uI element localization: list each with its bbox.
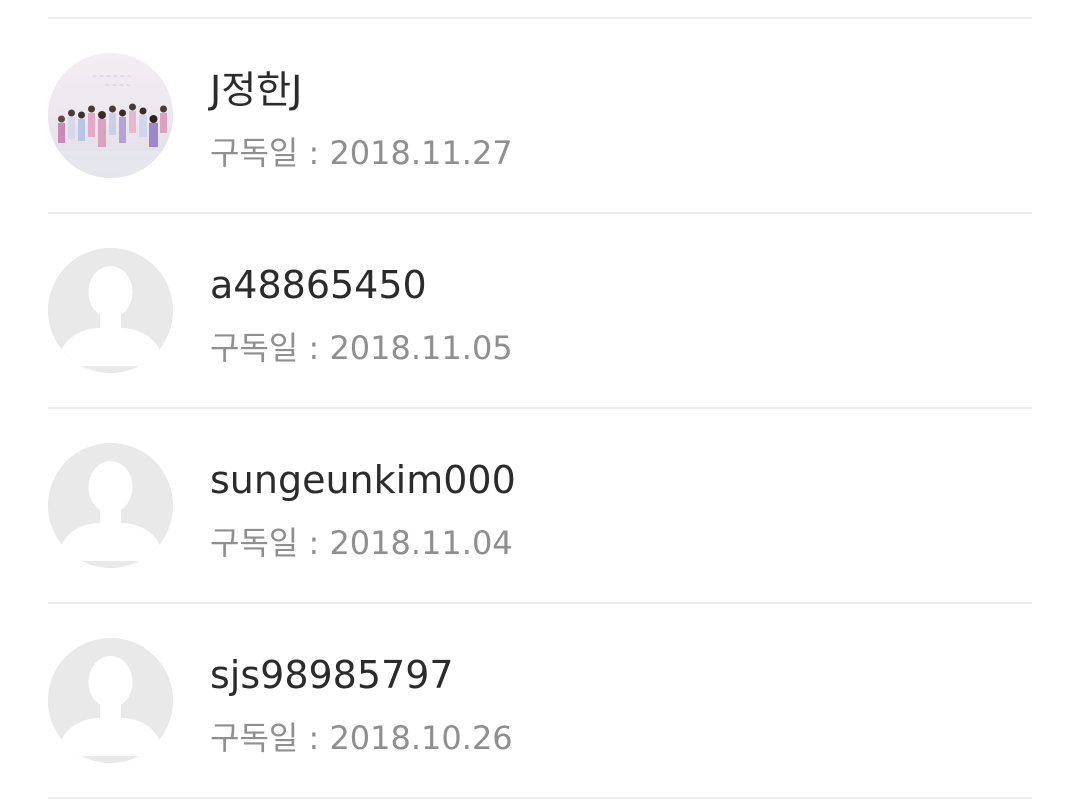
subscriber-name[interactable]: sjs98985797 (210, 653, 454, 697)
avatar[interactable] (48, 443, 173, 568)
list-item[interactable]: a48865450 구독일 : 2018.11.05 (0, 213, 1080, 406)
default-person-icon (48, 638, 173, 763)
subscriber-list: ~ ~ ~ ~ ~ ~ ~ ~ ~ ~ J정한J 구독일: 2018.11.2… (0, 0, 1080, 810)
default-person-icon (48, 248, 173, 373)
avatar[interactable] (48, 638, 173, 763)
subscriber-name[interactable]: J정한J (210, 68, 302, 112)
subscription-date: 구독일 : 2018.11.27 (210, 134, 513, 172)
group-photo-icon: ~ ~ ~ ~ ~ ~ ~ ~ ~ ~ (48, 53, 173, 178)
subscriber-name[interactable]: sungeunkim000 (210, 458, 516, 502)
subscription-date: 구독일 : 2018.10.26 (210, 719, 513, 757)
subscription-date: 구독일 : 2018.11.05 (210, 329, 513, 367)
list-item[interactable]: sungeunkim000 구독일 : 2018.11.04 (0, 408, 1080, 601)
subscription-date: 구독일 : 2018.11.04 (210, 524, 513, 562)
divider (48, 797, 1032, 799)
list-item[interactable]: sjs98985797 구독일 : 2018.10.26 (0, 603, 1080, 796)
list-item[interactable]: ~ ~ ~ ~ ~ ~ ~ ~ ~ ~ J정한J 구독일: 2018.11.2… (0, 18, 1080, 211)
svg-text:~ ~ ~ ~ ~ ~: ~ ~ ~ ~ ~ ~ (92, 73, 132, 80)
default-person-icon (48, 443, 173, 568)
avatar[interactable] (48, 248, 173, 373)
avatar[interactable]: ~ ~ ~ ~ ~ ~ ~ ~ ~ ~ (48, 53, 173, 178)
svg-text:~ ~ ~ ~: ~ ~ ~ ~ (105, 82, 131, 89)
subscriber-name[interactable]: a48865450 (210, 263, 427, 307)
